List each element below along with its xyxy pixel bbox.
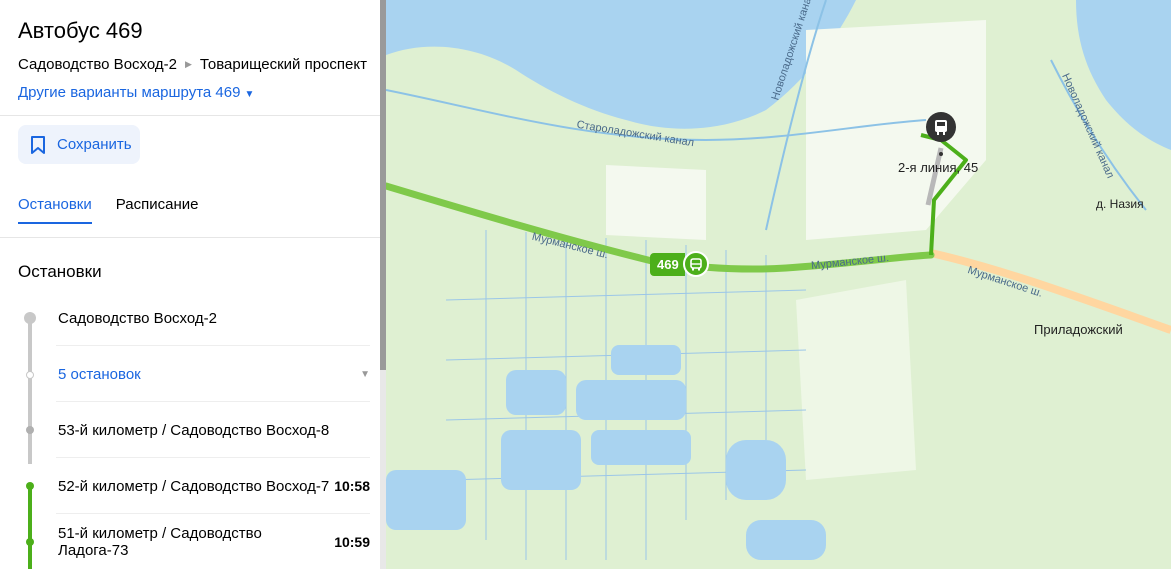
highway-road xyxy=(930,249,1171,334)
stop-dot-start xyxy=(24,312,36,324)
page-title: Автобус 469 xyxy=(18,18,143,43)
route-badge[interactable]: 469 xyxy=(650,251,709,277)
stop-item[interactable]: 53-й километр / Садоводство Восход-8 xyxy=(58,402,370,458)
route-from: Садоводство Восход-2 xyxy=(18,56,177,73)
route-to: Товарищеский проспект xyxy=(199,56,367,73)
stop-point xyxy=(939,152,943,156)
stop-dot-active xyxy=(26,538,34,546)
bus-icon xyxy=(682,251,709,277)
map-label-stop-address: 2-я линия, 45 xyxy=(898,160,979,175)
divider xyxy=(0,237,380,238)
stop-time: 10:58 xyxy=(334,478,370,494)
stop-name: Садоводство Восход-2 xyxy=(58,309,217,327)
route-track-green xyxy=(28,486,32,569)
stop-name: 52-й километр / Садоводство Восход-7 xyxy=(58,477,330,495)
field-area xyxy=(606,165,706,240)
chevron-down-icon: ▼ xyxy=(244,89,255,100)
arrow-right-icon: ▶ xyxy=(184,59,192,69)
bus-icon xyxy=(935,120,947,135)
tab-stops[interactable]: Остановки xyxy=(18,196,92,224)
hidden-stops-count: 5 остановок xyxy=(58,365,141,383)
route-track-grey xyxy=(28,318,32,464)
tabs: Остановки Расписание xyxy=(18,196,222,224)
stop-item[interactable]: Садоводство Восход-2 xyxy=(58,290,370,346)
expand-stops-button[interactable]: 5 остановок ▼ xyxy=(58,346,370,402)
field-area xyxy=(796,280,916,480)
route-variants-link[interactable]: Другие варианты маршрута 469 ▼ xyxy=(18,84,254,101)
map-label-village: Приладожский xyxy=(1034,322,1123,337)
map-label-village: д. Назия xyxy=(1096,197,1144,211)
chevron-down-icon: ▼ xyxy=(360,368,370,380)
bus-stop-marker-icon[interactable] xyxy=(926,112,956,142)
route-endpoints: Садоводство Восход-2 ▶ Товарищеский прос… xyxy=(18,56,367,73)
stop-time: 10:59 xyxy=(334,534,370,550)
route-badge-number: 469 xyxy=(650,252,685,276)
stop-dot-active xyxy=(26,482,34,490)
save-button[interactable]: Сохранить xyxy=(18,125,140,164)
stop-name: 53-й километр / Садоводство Восход-8 xyxy=(58,421,330,439)
map-view[interactable]: Староладожский канал Новоладожский канал… xyxy=(386,0,1171,569)
stops-section-title: Остановки xyxy=(18,262,102,281)
divider xyxy=(0,115,380,116)
route-panel: Автобус 469 Садоводство Восход-2 ▶ Товар… xyxy=(0,0,380,569)
stop-dot-collapsed xyxy=(26,371,34,379)
save-button-label: Сохранить xyxy=(57,136,132,153)
route-variants-label: Другие варианты маршрута 469 xyxy=(18,84,241,101)
stop-dot xyxy=(26,426,34,434)
tab-schedule[interactable]: Расписание xyxy=(116,196,199,224)
stop-item[interactable]: 52-й километр / Садоводство Восход-7 10:… xyxy=(58,458,370,514)
stop-item[interactable]: 51-й километр / Садоводство Ладога-73 10… xyxy=(58,514,370,569)
bookmark-icon xyxy=(31,135,45,154)
stop-name: 51-й километр / Садоводство Ладога-73 xyxy=(58,525,262,559)
